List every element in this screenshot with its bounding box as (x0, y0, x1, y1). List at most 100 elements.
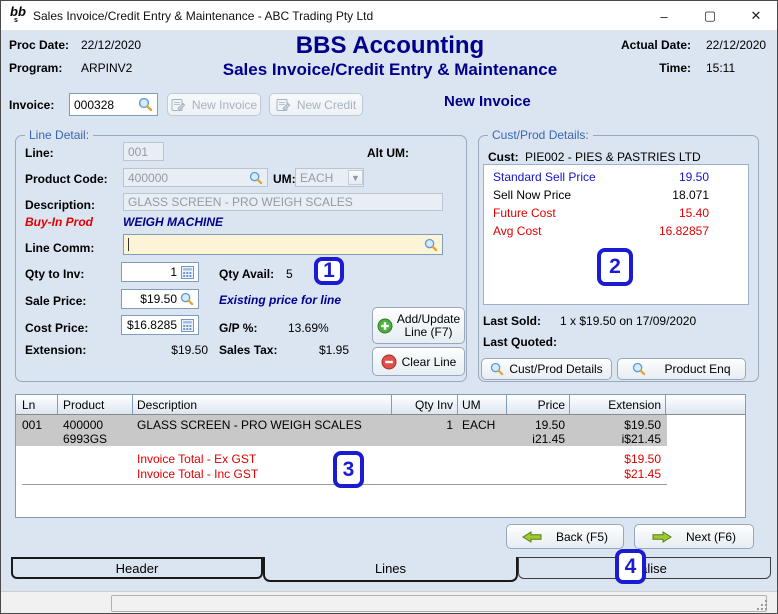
row-qty-inv: 1 (446, 418, 453, 432)
cost-price-label: Cost Price: (25, 321, 89, 335)
sale-price-value: $19.50 (140, 292, 177, 306)
add-update-line-label: Add/Update Line (F7) (396, 311, 461, 339)
column-divider (57, 395, 58, 414)
tab-header[interactable]: Header (11, 557, 263, 579)
annotation-badge-4: 4 (615, 549, 646, 584)
clear-line-button[interactable]: Clear Line (372, 347, 465, 376)
qty-to-inv-input[interactable]: 1 (121, 262, 199, 282)
description-value: GLASS SCREEN - PRO WEIGH SCALES (128, 195, 353, 209)
search-icon (632, 362, 646, 376)
buy-in-prod-flag: Buy-In Prod (25, 215, 93, 229)
annotation-badge-1: 1 (314, 257, 344, 285)
last-sold-value: 1 x $19.50 on 17/09/2020 (560, 314, 697, 328)
product-code-label: Product Code: (25, 172, 108, 186)
new-credit-button[interactable]: New Credit (269, 93, 363, 116)
time-value: 15:11 (706, 61, 736, 75)
qty-avail-value: 5 (286, 267, 293, 281)
close-button[interactable]: ✕ (733, 1, 777, 31)
tab-header-label: Header (115, 560, 159, 576)
price-row-label: Future Cost (493, 206, 556, 220)
clear-line-label: Clear Line (401, 354, 457, 369)
search-icon[interactable] (424, 238, 438, 252)
add-update-line-button[interactable]: Add/Update Line (F7) (372, 307, 465, 344)
product-group-text: WEIGH MACHINE (123, 215, 223, 229)
status-bar (1, 591, 777, 613)
search-icon[interactable] (138, 97, 153, 112)
cust-prod-details-button[interactable]: Cust/Prod Details (481, 358, 612, 380)
column-header-ln: Ln (22, 398, 36, 412)
product-code-value: 400000 (128, 170, 169, 185)
alt-um-label: Alt UM: (367, 146, 409, 160)
document-edit-icon (276, 98, 291, 112)
row-description: GLASS SCREEN - PRO WEIGH SCALES (137, 418, 362, 432)
search-icon[interactable] (249, 171, 263, 185)
window-title: Sales Invoice/Credit Entry & Maintenance… (33, 9, 374, 23)
column-divider (506, 395, 507, 414)
next-button[interactable]: Next (F6) (634, 524, 754, 549)
search-icon[interactable] (180, 292, 194, 306)
column-header-price: Price (537, 398, 565, 412)
app-window: bb s Sales Invoice/Credit Entry & Mainten… (0, 0, 778, 614)
app-logo-icon: bb s (10, 4, 26, 24)
actual-date-value: 22/12/2020 (706, 38, 767, 52)
time-label: Time: (659, 61, 691, 75)
invoice-number-value: 000328 (74, 97, 115, 112)
invoice-label: Invoice: (9, 98, 55, 112)
line-comm-input[interactable] (123, 234, 443, 255)
cost-price-value: $16.8285 (126, 318, 177, 332)
description-field: GLASS SCREEN - PRO WEIGH SCALES (123, 193, 443, 211)
sale-price-input[interactable]: $19.50 (121, 289, 199, 309)
sales-tax-value: $1.95 (318, 343, 349, 357)
resize-grip[interactable] (757, 600, 767, 610)
gp-percent-value: 13.69% (288, 321, 329, 335)
qty-to-inv-label: Qty to Inv: (25, 267, 85, 281)
price-row-value: 19.50 (678, 170, 709, 184)
line-number-field: 001 (123, 142, 164, 161)
product-enq-label: Product Enq (664, 362, 731, 376)
back-button[interactable]: Back (F5) (506, 524, 624, 549)
tab-lines[interactable]: Lines (263, 557, 518, 582)
extension-value: $19.50 (171, 343, 208, 357)
qty-to-inv-value: 1 (170, 265, 177, 279)
maximize-button[interactable]: ▢ (687, 1, 733, 31)
price-row-value: 18.071 (672, 188, 709, 202)
minimize-button[interactable]: – (641, 1, 687, 31)
chevron-down-icon[interactable]: ▼ (348, 170, 363, 185)
existing-price-note: Existing price for line (219, 293, 342, 307)
total-ex-gst-value: $19.50 (624, 452, 661, 466)
text-caret (128, 238, 129, 251)
column-header-product: Product (63, 398, 105, 412)
back-button-label: Back (F5) (555, 529, 608, 544)
mode-text: New Invoice (444, 93, 531, 110)
calculator-icon[interactable] (181, 265, 194, 279)
invoice-number-input[interactable]: 000328 (69, 93, 158, 116)
column-divider (457, 395, 458, 414)
calculator-icon[interactable] (181, 318, 194, 332)
document-edit-icon (171, 98, 186, 112)
total-inc-gst-value: $21.45 (624, 467, 661, 481)
row-product: 400000 (63, 418, 104, 432)
product-code-field[interactable]: 400000 (123, 168, 268, 187)
last-sold-label: Last Sold: (483, 314, 542, 328)
cost-price-input[interactable]: $16.8285 (121, 315, 199, 335)
product-enq-button[interactable]: Product Enq (617, 358, 746, 380)
annotation-badge-2: 2 (597, 248, 633, 286)
cust-value: PIE002 - PIES & PASTRIES LTD (525, 150, 701, 164)
column-divider (569, 395, 570, 414)
row-price-inc: i21.45 (532, 432, 565, 446)
plus-circle-icon (377, 318, 393, 334)
um-value: EACH (300, 170, 334, 185)
price-row-label: Standard Sell Price (493, 170, 596, 184)
column-divider (391, 395, 392, 414)
invoice-lines-table[interactable]: Ln Product Description Qty Inv UM Price … (15, 394, 746, 518)
table-header-row: Ln Product Description Qty Inv UM Price … (16, 395, 745, 415)
new-invoice-button[interactable]: New Invoice (167, 93, 261, 116)
search-icon (490, 362, 504, 376)
column-header-description: Description (137, 398, 198, 412)
row-product-alt: 6993GS (63, 432, 108, 446)
arrow-right-icon (652, 530, 672, 543)
extension-label: Extension: (25, 343, 87, 357)
um-select[interactable]: EACH ▼ (295, 168, 364, 187)
total-inc-gst-label: Invoice Total - Inc GST (137, 467, 259, 481)
price-row-value: 15.40 (678, 206, 709, 220)
